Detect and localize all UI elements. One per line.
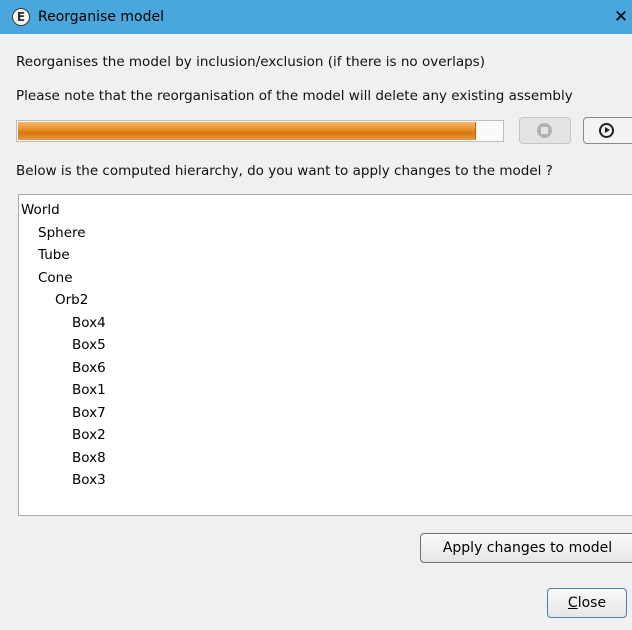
stop-button[interactable] [519,117,571,144]
tree-node[interactable]: Box2 [72,424,106,446]
tree-node[interactable]: Box5 [72,334,106,356]
tree-node[interactable]: World [21,199,60,221]
tree-node[interactable]: Box3 [72,469,106,491]
progress-bar [16,120,504,142]
close-mnemonic: C [567,595,578,611]
window-title: Reorganise model [38,9,164,25]
tree-node[interactable]: Box1 [72,379,106,401]
close-label-rest: lose [577,595,607,611]
app-icon: E [12,8,30,26]
tree-node[interactable]: Box8 [72,447,106,469]
description-text: Reorganises the model by inclusion/exclu… [16,54,485,70]
tree-node[interactable]: Tube [38,244,70,266]
title-bar: E Reorganise model ✕ [0,0,632,34]
close-button[interactable]: Close [547,588,627,618]
tree-node[interactable]: Orb2 [55,289,88,311]
tree-node[interactable]: Box4 [72,312,106,334]
run-button[interactable] [583,117,632,144]
app-icon-letter: E [16,10,26,24]
tree-node[interactable]: Box7 [72,402,106,424]
close-window-icon[interactable]: ✕ [610,0,632,34]
tree-node[interactable]: Sphere [38,222,86,244]
apply-changes-button[interactable]: Apply changes to model [420,533,632,563]
progress-fill [18,122,476,140]
tree-node[interactable]: Box6 [72,357,106,379]
note-text: Please note that the reorganisation of t… [16,88,573,104]
hierarchy-tree[interactable]: World Sphere Tube Cone Orb2 Box4 Box5 Box6 Box1 B… [18,194,632,516]
play-icon [599,123,614,138]
question-text: Below is the computed hierarchy, do you … [16,163,553,179]
stop-icon [537,123,552,138]
tree-node[interactable]: Cone [38,267,73,289]
